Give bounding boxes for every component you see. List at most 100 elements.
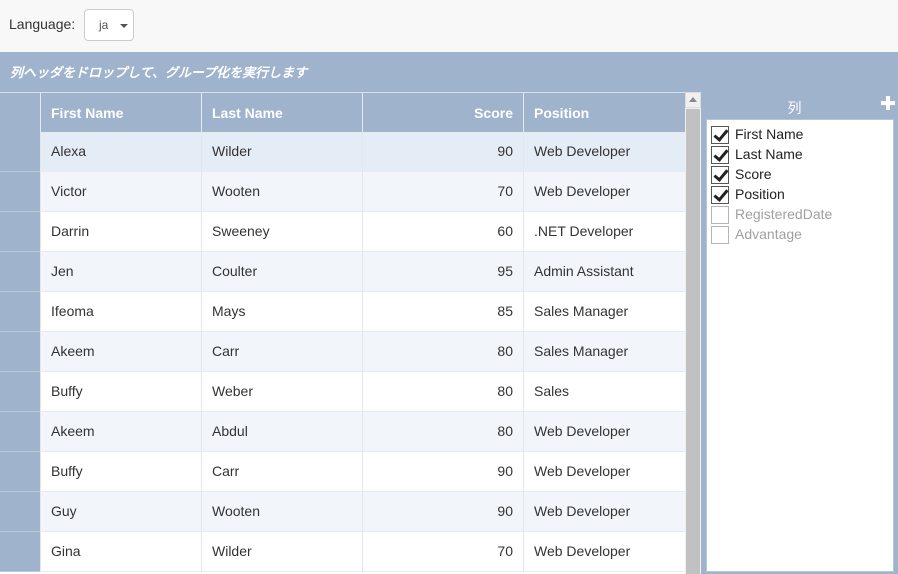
cell-first-name[interactable]: Darrin [40, 212, 201, 252]
language-select[interactable]: ja [84, 9, 134, 41]
table-row[interactable]: Gina Wilder 70 Web Developer [0, 532, 685, 572]
cell-first-name[interactable]: Alexa [40, 132, 201, 172]
column-header-score[interactable]: Score [362, 93, 523, 133]
column-chooser-item[interactable]: First Name [711, 124, 891, 144]
cell-last-name[interactable]: Carr [201, 452, 362, 492]
cell-position[interactable]: Web Developer [523, 452, 685, 492]
column-chooser-item[interactable]: Last Name [711, 144, 891, 164]
table-row[interactable]: Darrin Sweeney 60 .NET Developer [0, 212, 685, 252]
cell-score[interactable]: 95 [362, 252, 523, 292]
table-row[interactable]: Jen Coulter 95 Admin Assistant [0, 252, 685, 292]
column-chooser: 列 First Name Last Name Score Position Regist… [701, 92, 898, 574]
row-header[interactable] [0, 292, 40, 332]
column-header-position[interactable]: Position [523, 93, 685, 133]
table-row[interactable]: Buffy Weber 80 Sales [0, 372, 685, 412]
row-header[interactable] [0, 212, 40, 252]
cell-first-name[interactable]: Akeem [40, 332, 201, 372]
row-header[interactable] [0, 252, 40, 292]
cell-score[interactable]: 70 [362, 532, 523, 572]
column-visibility-checkbox[interactable] [711, 226, 729, 244]
column-visibility-checkbox[interactable] [711, 186, 729, 204]
cell-score[interactable]: 80 [362, 332, 523, 372]
column-visibility-checkbox[interactable] [711, 146, 729, 164]
cell-last-name[interactable]: Abdul [201, 412, 362, 452]
cell-score[interactable]: 85 [362, 292, 523, 332]
cell-position[interactable]: Web Developer [523, 172, 685, 212]
chevron-up-icon [689, 97, 697, 102]
column-chooser-item-label: RegisteredDate [735, 206, 833, 222]
column-chooser-title: 列 [787, 100, 802, 116]
cell-first-name[interactable]: Gina [40, 532, 201, 572]
table-row[interactable]: Ifeoma Mays 85 Sales Manager [0, 292, 685, 332]
cell-score[interactable]: 90 [362, 492, 523, 532]
table-row[interactable]: Akeem Abdul 80 Web Developer [0, 412, 685, 452]
cell-score[interactable]: 70 [362, 172, 523, 212]
column-header-first-name[interactable]: First Name [40, 93, 201, 133]
cell-position[interactable]: Sales [523, 372, 685, 412]
group-panel[interactable]: 列ヘッダをドロップして、グループ化を実行します [0, 52, 898, 92]
column-chooser-item-label: Position [735, 186, 785, 202]
column-visibility-checkbox[interactable] [711, 126, 729, 144]
column-chooser-item-label: Advantage [735, 226, 802, 242]
cell-last-name[interactable]: Wooten [201, 492, 362, 532]
column-header-last-name[interactable]: Last Name [201, 93, 362, 133]
vertical-scrollbar[interactable] [685, 92, 701, 574]
cell-last-name[interactable]: Weber [201, 372, 362, 412]
cell-position[interactable]: Web Developer [523, 132, 685, 172]
cell-position[interactable]: Sales Manager [523, 292, 685, 332]
cell-last-name[interactable]: Carr [201, 332, 362, 372]
cell-first-name[interactable]: Ifeoma [40, 292, 201, 332]
cell-score[interactable]: 80 [362, 412, 523, 452]
cell-score[interactable]: 60 [362, 212, 523, 252]
cell-last-name[interactable]: Wooten [201, 172, 362, 212]
cell-position[interactable]: Web Developer [523, 492, 685, 532]
scrollbar-thumb[interactable] [686, 109, 700, 574]
cell-last-name[interactable]: Wilder [201, 532, 362, 572]
cell-first-name[interactable]: Akeem [40, 412, 201, 452]
cell-last-name[interactable]: Sweeney [201, 212, 362, 252]
row-header[interactable] [0, 172, 40, 212]
table-row[interactable]: Guy Wooten 90 Web Developer [0, 492, 685, 532]
cell-position[interactable]: Sales Manager [523, 332, 685, 372]
column-chooser-item[interactable]: RegisteredDate [711, 204, 891, 224]
row-header[interactable] [0, 412, 40, 452]
column-visibility-checkbox[interactable] [711, 166, 729, 184]
row-header[interactable] [0, 132, 40, 172]
cell-first-name[interactable]: Jen [40, 252, 201, 292]
cell-score[interactable]: 90 [362, 452, 523, 492]
cell-position[interactable]: Admin Assistant [523, 252, 685, 292]
cell-first-name[interactable]: Buffy [40, 372, 201, 412]
table-row[interactable]: Buffy Carr 90 Web Developer [0, 452, 685, 492]
cell-last-name[interactable]: Wilder [201, 132, 362, 172]
cell-last-name[interactable]: Coulter [201, 252, 362, 292]
table-row[interactable]: Victor Wooten 70 Web Developer [0, 172, 685, 212]
row-header[interactable] [0, 372, 40, 412]
cell-position[interactable]: Web Developer [523, 412, 685, 452]
cell-position[interactable]: Web Developer [523, 532, 685, 572]
cell-score[interactable]: 90 [362, 132, 523, 172]
language-label: Language: [9, 16, 76, 32]
cell-first-name[interactable]: Guy [40, 492, 201, 532]
row-header[interactable] [0, 452, 40, 492]
toolbar: Language: ja [0, 0, 898, 52]
cell-position[interactable]: .NET Developer [523, 212, 685, 252]
cell-first-name[interactable]: Victor [40, 172, 201, 212]
column-chooser-item[interactable]: Advantage [711, 224, 891, 244]
table-row[interactable]: Alexa Wilder 90 Web Developer [0, 132, 685, 172]
cell-first-name[interactable]: Buffy [40, 452, 201, 492]
scroll-up-button[interactable] [685, 92, 701, 108]
table-row[interactable]: Akeem Carr 80 Sales Manager [0, 332, 685, 372]
row-header[interactable] [0, 532, 40, 572]
column-chooser-list: First Name Last Name Score Position Register… [706, 119, 894, 572]
row-header[interactable] [0, 332, 40, 372]
row-header[interactable] [0, 492, 40, 532]
plus-icon[interactable] [881, 96, 895, 110]
cell-score[interactable]: 80 [362, 372, 523, 412]
column-chooser-item[interactable]: Score [711, 164, 891, 184]
column-chooser-item-label: Score [735, 166, 772, 182]
chevron-down-icon [120, 24, 128, 28]
cell-last-name[interactable]: Mays [201, 292, 362, 332]
column-visibility-checkbox[interactable] [711, 206, 729, 224]
column-chooser-item[interactable]: Position [711, 184, 891, 204]
language-select-value: ja [99, 18, 109, 32]
